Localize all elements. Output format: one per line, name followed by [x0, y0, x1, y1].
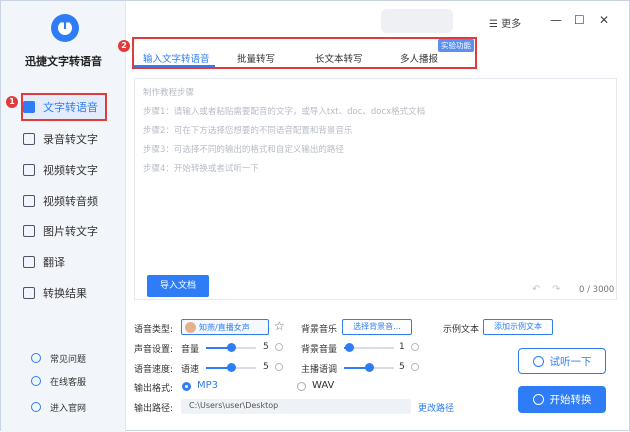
- format-mp3-label[interactable]: MP3: [197, 380, 218, 391]
- help-icon: [31, 353, 41, 363]
- character-count: 0 / 3000: [579, 285, 615, 295]
- sidebar-item-label: 录音转文字: [43, 133, 98, 146]
- redo-icon[interactable]: ↷: [552, 284, 560, 295]
- sidebar-item-video-to-audio[interactable]: 视频转音频: [23, 188, 98, 214]
- website-icon: [31, 402, 41, 412]
- sidebar-item-record-to-text[interactable]: 录音转文字: [23, 126, 98, 152]
- undo-icon[interactable]: ↶: [532, 284, 540, 295]
- format-wav-radio[interactable]: [297, 382, 306, 391]
- speed-value: 5: [263, 362, 269, 372]
- favorite-star-icon[interactable]: ☆: [274, 319, 285, 333]
- footer-service[interactable]: 在线客服: [31, 373, 86, 389]
- pitch-reset-icon[interactable]: [411, 363, 419, 371]
- tts-icon: [23, 101, 35, 113]
- volume-label: 音量: [181, 345, 200, 355]
- path-label: 输出路径:: [134, 404, 174, 414]
- volume-slider-knob[interactable]: [226, 343, 236, 352]
- voice-selector[interactable]: 知燕/直播女声: [181, 319, 269, 335]
- headphones-icon: [532, 355, 544, 367]
- editor-placeholder-step3: 步骤3：可选择不同的输出的格式和自定义输出的路径: [143, 145, 344, 155]
- volume-reset-icon[interactable]: [275, 343, 283, 351]
- start-button-label: 开始转换: [549, 394, 592, 406]
- image-text-icon: [23, 225, 35, 237]
- sidebar-item-image-to-text[interactable]: 图片转文字: [23, 218, 98, 244]
- sidebar-item-results[interactable]: 转换结果: [23, 280, 87, 306]
- sidebar-item-label: 视频转音频: [43, 195, 98, 208]
- video-text-icon: [23, 164, 35, 176]
- format-label: 输出格式:: [134, 384, 174, 394]
- editor-placeholder-step4: 步骤4：开始转换或者试听一下: [143, 164, 259, 174]
- editor-placeholder-step2: 步骤2：可在下方选择您想要的不同语音配置和背景音乐: [143, 126, 353, 136]
- editor-placeholder-step1: 步骤1：请输入或者粘贴需要配音的文字，或导入txt、doc、docx格式文档: [143, 107, 426, 117]
- app-window: T 迅捷文字转语音 1 文字转语音 录音转文字 视频转文字 视频转音频 图片转文…: [0, 0, 630, 432]
- tab-input-text[interactable]: 输入文字转语音: [143, 51, 210, 65]
- voice-name: 知燕/直播女声: [199, 323, 250, 332]
- sidebar-item-video-to-text[interactable]: 视频转文字: [23, 157, 98, 183]
- tab-batch[interactable]: 批量转写: [237, 51, 275, 65]
- listen-button[interactable]: 试听一下: [518, 348, 606, 374]
- format-mp3-radio[interactable]: [182, 382, 191, 391]
- play-icon: [532, 394, 544, 405]
- select-bgm-button[interactable]: 选择背景音...: [342, 319, 412, 335]
- speed-label: 语速: [181, 365, 200, 375]
- translate-icon: [23, 256, 35, 268]
- tab-long-text[interactable]: 长文本转写: [315, 51, 363, 65]
- footer-website[interactable]: 进入官网: [31, 399, 86, 415]
- logo-letter: T: [61, 19, 69, 32]
- bg-volume-slider-knob[interactable]: [344, 343, 354, 352]
- record-icon: [23, 133, 35, 145]
- footer-help-label: 常见问题: [50, 354, 87, 365]
- voice-avatar: [185, 322, 196, 333]
- sidebar-item-label: 文字转语音: [43, 101, 98, 114]
- close-button[interactable]: ✕: [599, 13, 609, 27]
- annotation-badge-1: 1: [6, 96, 18, 108]
- result-icon: [23, 287, 35, 299]
- experimental-badge: 实验功能: [438, 39, 474, 52]
- editor-placeholder-title: 制作教程步骤: [143, 88, 195, 98]
- footer-website-label: 进入官网: [50, 403, 87, 414]
- sidebar-item-translate[interactable]: 翻译: [23, 249, 65, 275]
- pitch-label: 主播语调: [301, 365, 338, 375]
- video-audio-icon: [23, 195, 35, 207]
- blurred-user-info: [381, 9, 453, 33]
- footer-service-label: 在线客服: [50, 377, 87, 388]
- output-path-field[interactable]: C:\Users\user\Desktop: [181, 399, 411, 414]
- sidebar-item-label: 转换结果: [43, 287, 87, 300]
- sidebar-item-tts[interactable]: 文字转语音: [23, 94, 98, 120]
- speed-reset-icon[interactable]: [275, 363, 283, 371]
- pitch-value: 5: [399, 362, 405, 372]
- service-icon: [31, 376, 41, 386]
- volume-value: 5: [263, 342, 269, 352]
- sidebar: T 迅捷文字转语音 1 文字转语音 录音转文字 视频转文字 视频转音频 图片转文…: [1, 1, 126, 432]
- format-wav-label[interactable]: WAV: [312, 380, 334, 391]
- listen-button-label: 试听一下: [549, 355, 592, 368]
- import-document-button[interactable]: 导入文档: [147, 275, 209, 297]
- speed-row-label: 语音速度:: [134, 365, 174, 375]
- annotation-badge-2: 2: [118, 40, 130, 52]
- bgm-label: 背景音乐: [301, 325, 338, 335]
- speed-slider-knob[interactable]: [226, 363, 236, 372]
- bg-volume-reset-icon[interactable]: [411, 343, 419, 351]
- more-menu-button[interactable]: ☰ 更多: [489, 15, 521, 30]
- sidebar-item-label: 视频转文字: [43, 164, 98, 177]
- sound-settings-label: 声音设置:: [134, 345, 174, 355]
- sidebar-item-label: 图片转文字: [43, 225, 98, 238]
- app-name: 迅捷文字转语音: [25, 55, 102, 68]
- bg-volume-label: 背景音量: [301, 345, 338, 355]
- start-convert-button[interactable]: 开始转换: [518, 386, 606, 413]
- output-path-value: C:\Users\user\Desktop: [189, 401, 279, 410]
- minimize-button[interactable]: —: [550, 13, 562, 27]
- change-path-link[interactable]: 更改路径: [418, 401, 454, 414]
- sample-text-label: 示例文本: [443, 325, 480, 335]
- sidebar-item-label: 翻译: [43, 256, 65, 269]
- add-sample-button[interactable]: 添加示例文本: [483, 319, 553, 335]
- maximize-button[interactable]: ☐: [574, 13, 585, 27]
- bg-volume-value: 1: [399, 342, 405, 352]
- active-tab-underline: [133, 65, 215, 67]
- pitch-slider-knob[interactable]: [364, 363, 374, 372]
- tab-multi-speaker[interactable]: 多人播报: [400, 51, 438, 65]
- voice-type-label: 语音类型:: [134, 325, 174, 335]
- footer-help[interactable]: 常见问题: [31, 350, 86, 366]
